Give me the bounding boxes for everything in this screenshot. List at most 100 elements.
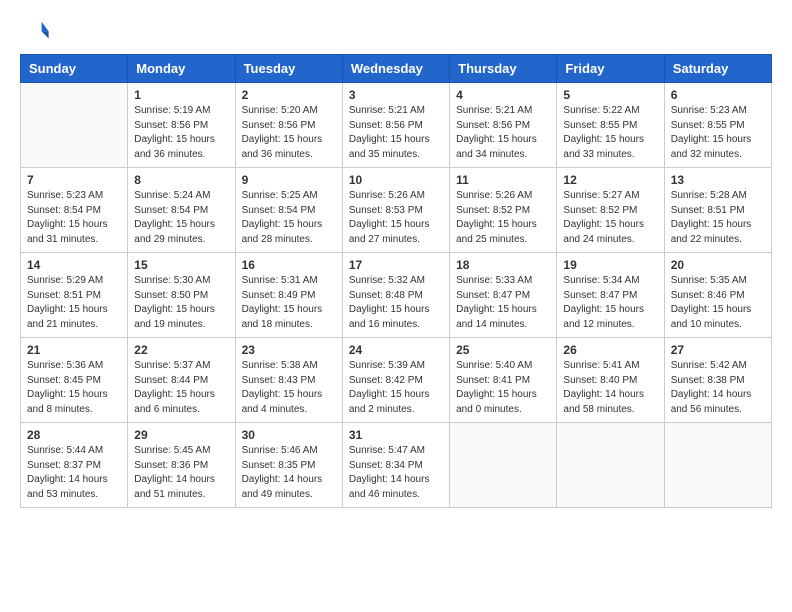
day-number: 20: [671, 258, 765, 272]
day-info: Sunrise: 5:19 AM Sunset: 8:56 PM Dayligh…: [134, 104, 228, 162]
day-info: Sunrise: 5:22 AM Sunset: 8:55 PM Dayligh…: [563, 104, 657, 162]
day-number: 7: [27, 173, 121, 187]
day-info: Sunrise: 5:21 AM Sunset: 8:56 PM Dayligh…: [456, 104, 550, 162]
day-number: 31: [349, 428, 443, 442]
calendar-cell: 3 Sunrise: 5:21 AM Sunset: 8:56 PM Daylig…: [342, 83, 449, 168]
calendar-week-row: 14 Sunrise: 5:29 AM Sunset: 8:51 PM Dayli…: [21, 253, 772, 338]
day-info: Sunrise: 5:32 AM Sunset: 8:48 PM Dayligh…: [349, 274, 443, 332]
calendar-header-tuesday: Tuesday: [235, 55, 342, 83]
calendar-header-row: SundayMondayTuesdayWednesdayThursdayFrid…: [21, 55, 772, 83]
day-info: Sunrise: 5:46 AM Sunset: 8:35 PM Dayligh…: [242, 444, 336, 502]
day-info: Sunrise: 5:36 AM Sunset: 8:45 PM Dayligh…: [27, 359, 121, 417]
day-info: Sunrise: 5:29 AM Sunset: 8:51 PM Dayligh…: [27, 274, 121, 332]
calendar-cell: 23Sunrise: 5:38 AM Sunset: 8:43 PM Dayli…: [235, 338, 342, 423]
day-info: Sunrise: 5:39 AM Sunset: 8:42 PM Dayligh…: [349, 359, 443, 417]
day-number: 17: [349, 258, 443, 272]
day-number: 29: [134, 428, 228, 442]
day-info: Sunrise: 5:26 AM Sunset: 8:52 PM Dayligh…: [456, 189, 550, 247]
day-number: 2: [242, 88, 336, 102]
day-number: 9: [242, 173, 336, 187]
calendar-header-wednesday: Wednesday: [342, 55, 449, 83]
day-number: 14: [27, 258, 121, 272]
calendar-cell: [450, 423, 557, 508]
calendar-cell: 27 Sunrise: 5:42 AM Sunset: 8:38 PM Dayli…: [664, 338, 771, 423]
calendar-cell: 18 Sunrise: 5:33 AM Sunset: 8:47 PM Dayli…: [450, 253, 557, 338]
day-info: Sunrise: 5:30 AM Sunset: 8:50 PM Dayligh…: [134, 274, 228, 332]
day-info: Sunrise: 5:23 AM Sunset: 8:54 PM Dayligh…: [27, 189, 121, 247]
day-number: 28: [27, 428, 121, 442]
day-number: 15: [134, 258, 228, 272]
calendar-cell: 7 Sunrise: 5:23 AM Sunset: 8:54 PM Daylig…: [21, 168, 128, 253]
page-header: [20, 16, 772, 44]
calendar-cell: 19Sunrise: 5:34 AM Sunset: 8:47 PM Dayli…: [557, 253, 664, 338]
day-info: Sunrise: 5:25 AM Sunset: 8:54 PM Dayligh…: [242, 189, 336, 247]
logo: [20, 16, 52, 44]
day-info: Sunrise: 5:44 AM Sunset: 8:37 PM Dayligh…: [27, 444, 121, 502]
calendar-header-monday: Monday: [128, 55, 235, 83]
day-number: 18: [456, 258, 550, 272]
calendar-cell: 17 Sunrise: 5:32 AM Sunset: 8:48 PM Dayli…: [342, 253, 449, 338]
day-info: Sunrise: 5:38 AM Sunset: 8:43 PM Dayligh…: [242, 359, 336, 417]
day-number: 4: [456, 88, 550, 102]
calendar-cell: 12 Sunrise: 5:27 AM Sunset: 8:52 PM Dayli…: [557, 168, 664, 253]
calendar-cell: 9 Sunrise: 5:25 AM Sunset: 8:54 PM Daylig…: [235, 168, 342, 253]
calendar-header-thursday: Thursday: [450, 55, 557, 83]
calendar-cell: 14 Sunrise: 5:29 AM Sunset: 8:51 PM Dayli…: [21, 253, 128, 338]
calendar-cell: 6 Sunrise: 5:23 AM Sunset: 8:55 PM Daylig…: [664, 83, 771, 168]
day-number: 1: [134, 88, 228, 102]
day-info: Sunrise: 5:33 AM Sunset: 8:47 PM Dayligh…: [456, 274, 550, 332]
day-number: 21: [27, 343, 121, 357]
day-info: Sunrise: 5:21 AM Sunset: 8:56 PM Dayligh…: [349, 104, 443, 162]
calendar-cell: 22Sunrise: 5:37 AM Sunset: 8:44 PM Dayli…: [128, 338, 235, 423]
day-number: 30: [242, 428, 336, 442]
day-number: 11: [456, 173, 550, 187]
calendar-cell: 13Sunrise: 5:28 AM Sunset: 8:51 PM Dayli…: [664, 168, 771, 253]
day-number: 26: [563, 343, 657, 357]
day-info: Sunrise: 5:26 AM Sunset: 8:53 PM Dayligh…: [349, 189, 443, 247]
day-info: Sunrise: 5:24 AM Sunset: 8:54 PM Dayligh…: [134, 189, 228, 247]
calendar-header-saturday: Saturday: [664, 55, 771, 83]
day-number: 27: [671, 343, 765, 357]
calendar-cell: 15 Sunrise: 5:30 AM Sunset: 8:50 PM Dayli…: [128, 253, 235, 338]
calendar-cell: 20 Sunrise: 5:35 AM Sunset: 8:46 PM Dayli…: [664, 253, 771, 338]
day-info: Sunrise: 5:40 AM Sunset: 8:41 PM Dayligh…: [456, 359, 550, 417]
day-info: Sunrise: 5:23 AM Sunset: 8:55 PM Dayligh…: [671, 104, 765, 162]
day-info: Sunrise: 5:34 AM Sunset: 8:47 PM Dayligh…: [563, 274, 657, 332]
day-number: 5: [563, 88, 657, 102]
day-number: 3: [349, 88, 443, 102]
calendar-cell: 5 Sunrise: 5:22 AM Sunset: 8:55 PM Daylig…: [557, 83, 664, 168]
day-info: Sunrise: 5:42 AM Sunset: 8:38 PM Dayligh…: [671, 359, 765, 417]
calendar-cell: 8 Sunrise: 5:24 AM Sunset: 8:54 PM Daylig…: [128, 168, 235, 253]
calendar-cell: [557, 423, 664, 508]
calendar-header-sunday: Sunday: [21, 55, 128, 83]
day-info: Sunrise: 5:20 AM Sunset: 8:56 PM Dayligh…: [242, 104, 336, 162]
day-number: 8: [134, 173, 228, 187]
calendar-cell: [664, 423, 771, 508]
day-info: Sunrise: 5:37 AM Sunset: 8:44 PM Dayligh…: [134, 359, 228, 417]
calendar-cell: 11 Sunrise: 5:26 AM Sunset: 8:52 PM Dayli…: [450, 168, 557, 253]
day-info: Sunrise: 5:27 AM Sunset: 8:52 PM Dayligh…: [563, 189, 657, 247]
calendar-header-friday: Friday: [557, 55, 664, 83]
calendar-cell: 10Sunrise: 5:26 AM Sunset: 8:53 PM Dayli…: [342, 168, 449, 253]
calendar-cell: 1 Sunrise: 5:19 AM Sunset: 8:56 PM Daylig…: [128, 83, 235, 168]
calendar-cell: 21 Sunrise: 5:36 AM Sunset: 8:45 PM Dayli…: [21, 338, 128, 423]
day-number: 24: [349, 343, 443, 357]
calendar-cell: 31 Sunrise: 5:47 AM Sunset: 8:34 PM Dayli…: [342, 423, 449, 508]
calendar-cell: 30 Sunrise: 5:46 AM Sunset: 8:35 PM Dayli…: [235, 423, 342, 508]
logo-icon: [22, 16, 50, 44]
calendar-cell: 26Sunrise: 5:41 AM Sunset: 8:40 PM Dayli…: [557, 338, 664, 423]
day-number: 6: [671, 88, 765, 102]
calendar-week-row: 28 Sunrise: 5:44 AM Sunset: 8:37 PM Dayli…: [21, 423, 772, 508]
day-number: 25: [456, 343, 550, 357]
calendar-table: SundayMondayTuesdayWednesdayThursdayFrid…: [20, 54, 772, 508]
calendar-week-row: 21 Sunrise: 5:36 AM Sunset: 8:45 PM Dayli…: [21, 338, 772, 423]
day-info: Sunrise: 5:45 AM Sunset: 8:36 PM Dayligh…: [134, 444, 228, 502]
day-info: Sunrise: 5:35 AM Sunset: 8:46 PM Dayligh…: [671, 274, 765, 332]
day-info: Sunrise: 5:47 AM Sunset: 8:34 PM Dayligh…: [349, 444, 443, 502]
calendar-cell: 24 Sunrise: 5:39 AM Sunset: 8:42 PM Dayli…: [342, 338, 449, 423]
day-number: 12: [563, 173, 657, 187]
calendar-cell: [21, 83, 128, 168]
calendar-cell: 25 Sunrise: 5:40 AM Sunset: 8:41 PM Dayli…: [450, 338, 557, 423]
calendar-cell: 28 Sunrise: 5:44 AM Sunset: 8:37 PM Dayli…: [21, 423, 128, 508]
calendar-week-row: 7 Sunrise: 5:23 AM Sunset: 8:54 PM Daylig…: [21, 168, 772, 253]
